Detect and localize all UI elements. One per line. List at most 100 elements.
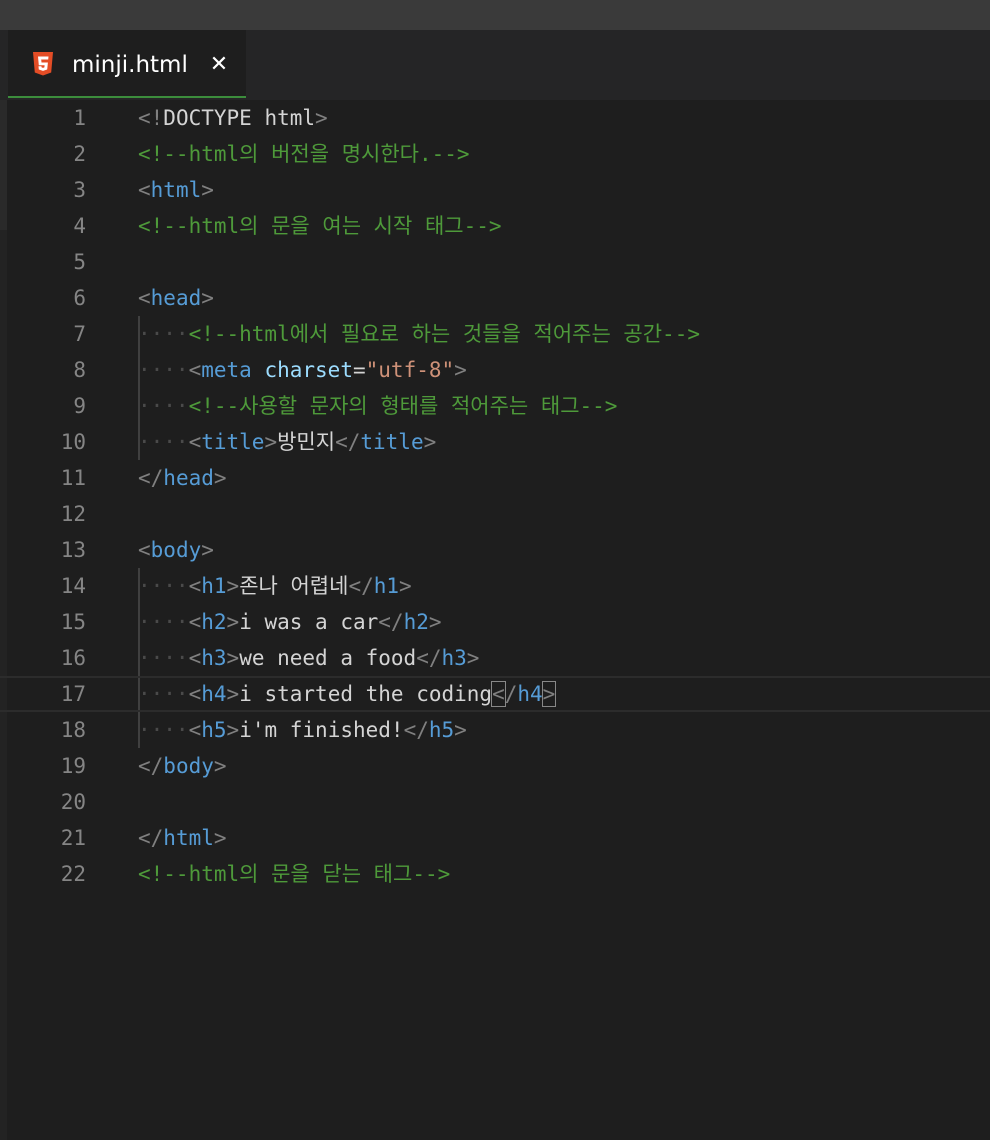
- code-line[interactable]: 10 ····<title>방민지</title>: [0, 424, 990, 460]
- token-cmt: <!--html의 문을 여는 시작 태그-->: [138, 214, 502, 238]
- code-line[interactable]: 14 ····<h1>존나 어렵네</h1>: [0, 568, 990, 604]
- token-punc: >: [213, 754, 227, 778]
- token-ws: ····: [138, 322, 189, 346]
- token-punc: </: [335, 430, 361, 454]
- token-tag: h1: [201, 574, 227, 598]
- line-number: 13: [60, 538, 86, 562]
- token-attr: charset: [264, 358, 353, 382]
- line-number: 9: [73, 394, 86, 418]
- token-tag: h1: [373, 574, 400, 598]
- code-line[interactable]: 13 <body>: [0, 532, 990, 568]
- code-line[interactable]: 12: [0, 496, 990, 532]
- token-ws: ····: [138, 646, 189, 670]
- code-line[interactable]: 22 <!--html의 문을 닫는 태그-->: [0, 856, 990, 892]
- line-number: 5: [73, 250, 86, 274]
- token-tag: body: [150, 538, 202, 562]
- token-ws: ····: [138, 430, 189, 454]
- token-text: =: [352, 358, 366, 382]
- line-code: <!DOCTYPE html>: [138, 100, 328, 136]
- code-line[interactable]: 7 ····<!--html에서 필요로 하는 것들을 적어주는 공간-->: [0, 316, 990, 352]
- line-number: 14: [60, 574, 86, 598]
- code-line[interactable]: 8 ····<meta charset="utf-8">: [0, 352, 990, 388]
- line-number: 6: [73, 286, 86, 310]
- token-punc: <: [188, 646, 202, 670]
- token-punc: >: [423, 430, 437, 454]
- line-number: 18: [60, 718, 86, 742]
- code-line[interactable]: 1 <!DOCTYPE html>: [0, 100, 990, 136]
- token-ws: ····: [138, 682, 189, 706]
- token-punc: >: [454, 358, 467, 382]
- token-punc: >: [226, 610, 240, 634]
- line-code: ····<h4>i started the coding</h4>: [138, 676, 557, 712]
- code-line[interactable]: 5: [0, 244, 990, 280]
- token-punc: </: [138, 466, 164, 490]
- tab-title: minji.html: [72, 52, 188, 78]
- line-code: </head>: [138, 460, 227, 496]
- token-punc: </: [348, 574, 374, 598]
- token-tag: title: [360, 430, 424, 454]
- token-punc: >: [201, 178, 214, 202]
- token-text: 방민지: [277, 430, 336, 454]
- token-cmt: <!--html에서 필요로 하는 것들을 적어주는 공간-->: [188, 322, 700, 346]
- token-ws: ····: [138, 574, 189, 598]
- code-line[interactable]: 4 <!--html의 문을 여는 시작 태그-->: [0, 208, 990, 244]
- code-line[interactable]: 17 ····<h4>i started the coding</h4>: [0, 676, 990, 712]
- code-line[interactable]: 9 ····<!--사용할 문자의 형태를 적어주는 태그-->: [0, 388, 990, 424]
- tab-minji-html[interactable]: minji.html ✕: [8, 30, 246, 98]
- token-punc: >: [466, 646, 480, 670]
- line-number: 7: [73, 322, 86, 346]
- token-tag: body: [163, 754, 214, 778]
- code-line[interactable]: 18 ····<h5>i'm finished!</h5>: [0, 712, 990, 748]
- editor-tab-strip: minji.html ✕: [0, 30, 990, 100]
- code-line[interactable]: 15 ····<h2>i was a car</h2>: [0, 604, 990, 640]
- line-code: ····<meta charset="utf-8">: [138, 352, 467, 388]
- token-punc: >: [315, 106, 328, 130]
- token-punc: >: [428, 610, 442, 634]
- token-punc: >: [454, 718, 467, 742]
- token-punc: <: [138, 178, 151, 202]
- token-tag: meta: [201, 358, 252, 382]
- line-code: <body>: [138, 532, 214, 568]
- html5-icon: [32, 52, 54, 76]
- token-punc: >: [201, 286, 214, 310]
- token-punc: <: [188, 610, 202, 634]
- code-line[interactable]: 16 ····<h3>we need a food</h3>: [0, 640, 990, 676]
- token-punc: >: [264, 430, 278, 454]
- code-line[interactable]: 3 <html>: [0, 172, 990, 208]
- token-punc: <!: [138, 106, 164, 130]
- line-number: 21: [60, 826, 86, 850]
- token-text: i was a car: [239, 610, 379, 634]
- token-punc: <: [138, 286, 151, 310]
- token-str: "utf-8": [365, 358, 455, 382]
- code-line[interactable]: 11 </head>: [0, 460, 990, 496]
- token-punc: <: [138, 538, 151, 562]
- token-punc: </: [416, 646, 442, 670]
- window-title-bar: [0, 0, 990, 30]
- token-cmt: <!--사용할 문자의 형태를 적어주는 태그-->: [188, 394, 618, 418]
- code-line[interactable]: 20: [0, 784, 990, 820]
- line-number: 8: [73, 358, 86, 382]
- code-line[interactable]: 6 <head>: [0, 280, 990, 316]
- token-cmt: <!--html의 문을 닫는 태그-->: [138, 862, 451, 886]
- token-text: 존나 어렵네: [239, 574, 349, 598]
- token-tag: html: [163, 826, 214, 850]
- token-punc: <: [188, 358, 202, 382]
- line-number: 19: [60, 754, 86, 778]
- token-punc: <: [188, 682, 202, 706]
- line-number: 4: [73, 214, 86, 238]
- close-icon[interactable]: ✕: [206, 50, 232, 80]
- line-number: 10: [60, 430, 86, 454]
- token-punc: >: [213, 466, 227, 490]
- token-ws: ····: [138, 394, 189, 418]
- code-line[interactable]: 2 <!--html의 버전을 명시한다.-->: [0, 136, 990, 172]
- token-tag: h2: [201, 610, 227, 634]
- token-punc: >: [226, 682, 240, 706]
- token-ws: ····: [138, 358, 189, 382]
- token-tag: h4: [201, 682, 227, 706]
- code-editor[interactable]: 1 <!DOCTYPE html> 2 <!--html의 버전을 명시한다.--> 3…: [0, 100, 990, 1140]
- token-punc: >: [201, 538, 214, 562]
- token-punc: </: [138, 754, 164, 778]
- code-line[interactable]: 21 </html>: [0, 820, 990, 856]
- code-line[interactable]: 19 </body>: [0, 748, 990, 784]
